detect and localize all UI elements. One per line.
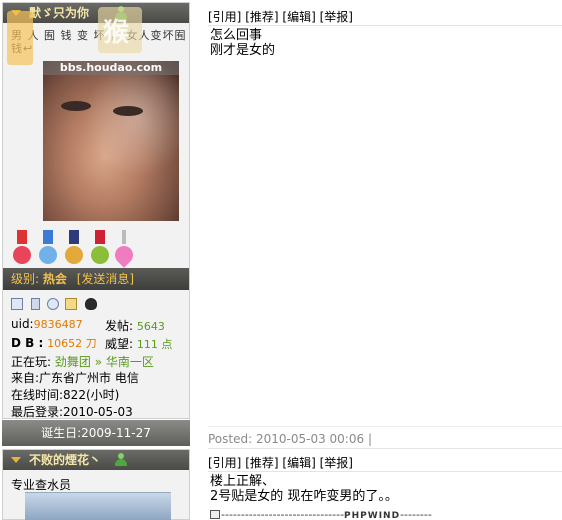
from-value: 广东省广州市 电信: [39, 371, 139, 385]
triangle-down-icon[interactable]: [11, 457, 21, 463]
avatar-eye: [113, 106, 143, 116]
houdao-logo: 猴: [7, 7, 142, 65]
level-label: 级别:: [11, 272, 40, 286]
db-value: 10652 刀: [47, 337, 97, 350]
playing-label: 正在玩:: [11, 355, 52, 369]
edit-pencil-icon: [210, 510, 220, 519]
birthday-bar: 诞生日:2009-11-27: [2, 420, 190, 446]
medal-icon[interactable]: [111, 230, 137, 268]
divider: [208, 448, 562, 449]
svg-text:猴: 猴: [103, 18, 130, 48]
phpwind-brand: PHPWIND: [344, 511, 401, 520]
avatar: bbs.houdao.com: [43, 61, 179, 221]
message-icon[interactable]: [65, 298, 77, 310]
online-label: 在线时间:: [11, 388, 64, 402]
content-line: 2号贴是女的 现在咋变男的了。。: [210, 489, 398, 504]
content-line: 怎么回事: [210, 28, 263, 43]
posted-label: Posted:: [208, 432, 253, 446]
edit-link[interactable]: [编辑]: [282, 10, 315, 24]
uid-value: 9836487: [33, 318, 83, 331]
posted-separator: |: [367, 432, 372, 446]
posts-column: [引用] [推荐] [编辑] [举报] 怎么回事 刚才是女的 Posted: 2…: [192, 0, 562, 520]
divider: [208, 25, 562, 26]
medal-icon[interactable]: [63, 230, 85, 266]
online-value: 822(小时): [63, 388, 120, 402]
author-title-2: 专业查水员: [11, 478, 72, 492]
prestige-label: 威望:: [105, 337, 134, 351]
signature-tail: --------: [400, 508, 432, 520]
post-content-1: 怎么回事 刚才是女的: [210, 28, 275, 58]
edit-link[interactable]: [编辑]: [282, 456, 315, 470]
qq-icon[interactable]: [85, 298, 97, 310]
author-panel: 默ゞ只为你 男 人 囿 钱 变 坏 ， 女人变坏囿钱↩ bbs.houdao.c…: [2, 2, 190, 419]
posts-value: 5643: [136, 320, 165, 333]
post-actions-1: [引用] [推荐] [编辑] [举报]: [208, 8, 353, 25]
last-login-label: 最后登录:: [11, 405, 64, 419]
divider: [208, 426, 562, 427]
level-bar: 级别: 热会 [发送消息]: [3, 268, 189, 290]
content-line: 刚才是女的: [210, 43, 276, 58]
recommend-link[interactable]: [推荐]: [245, 10, 278, 24]
profile-card-icon[interactable]: [11, 298, 23, 310]
medal-icon[interactable]: [89, 230, 111, 266]
author-column: 默ゞ只为你 男 人 囿 钱 变 坏 ， 女人变坏囿钱↩ bbs.houdao.c…: [0, 0, 192, 520]
post-actions-2: [引用] [推荐] [编辑] [举报]: [208, 454, 353, 471]
level-value: 热会: [42, 272, 67, 286]
prestige-value: 111 点: [136, 338, 173, 351]
avatar-eye: [61, 101, 91, 111]
medal-icon[interactable]: [37, 230, 59, 266]
report-link[interactable]: [举报]: [320, 456, 353, 470]
report-link[interactable]: [举报]: [320, 10, 353, 24]
author-panel-2: 不败的煙花丶 专业查水员: [2, 449, 190, 520]
post-content-2: 楼上正解、 2号贴是女的 现在咋变男的了。。: [210, 474, 398, 504]
avatar-2: [25, 492, 171, 520]
phone-icon[interactable]: [31, 298, 40, 310]
from-label: 来自:: [11, 371, 40, 385]
content-line: 楼上正解、: [210, 474, 276, 489]
birthday-value: 2009-11-27: [81, 426, 151, 440]
author-name-2[interactable]: 不败的煙花丶: [29, 453, 101, 467]
send-message-link[interactable]: [发送消息]: [77, 272, 134, 286]
medal-icon[interactable]: [11, 230, 33, 266]
birthday-label: 诞生日:: [41, 426, 82, 440]
author-namebar-2: 不败的煙花丶: [3, 450, 189, 470]
quote-link[interactable]: [引用]: [208, 456, 241, 470]
quote-link[interactable]: [引用]: [208, 10, 241, 24]
user-online-icon: [115, 453, 127, 467]
posts-label: 发帖:: [105, 319, 134, 333]
last-login-value: 2010-05-03: [63, 405, 133, 419]
posted-time: 2010-05-03 00:06: [255, 432, 365, 446]
signature-dashes: -------------------------------: [221, 508, 345, 520]
db-label: D B :: [11, 336, 44, 350]
divider: [208, 471, 562, 472]
signature-divider: -------------------------------PHPWIND--…: [210, 508, 432, 520]
add-friend-icon[interactable]: [47, 298, 59, 310]
playing-value[interactable]: 劲舞团 » 华南一区: [55, 355, 154, 369]
recommend-link[interactable]: [推荐]: [245, 456, 278, 470]
post-meta-2: Posted: 2010-05-03 00:06 |: [208, 432, 372, 446]
uid-label: uid:: [11, 317, 34, 331]
